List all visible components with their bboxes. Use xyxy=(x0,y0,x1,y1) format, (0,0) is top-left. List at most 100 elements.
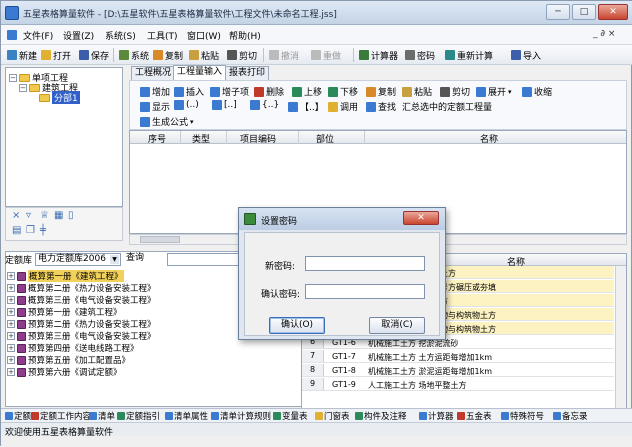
bottom-tab[interactable]: 特殊符号 xyxy=(501,410,544,422)
new-password-field[interactable] xyxy=(305,256,425,271)
expand-icon[interactable]: + xyxy=(7,368,15,376)
chevron-down-icon[interactable]: ▼ xyxy=(110,254,120,264)
col-code[interactable]: 项目编码 xyxy=(240,132,276,145)
move-down-button[interactable]: 下移 xyxy=(328,85,358,98)
book-item[interactable]: + 概算第二册《热力设备安装工程》 xyxy=(7,283,156,294)
table-row[interactable]: 8 GT1-8 机械施工土方 淤泥运距每增加1km xyxy=(302,364,614,377)
paste-button[interactable]: 粘贴 xyxy=(189,48,219,62)
collapse-icon[interactable]: − xyxy=(9,73,17,82)
password-button[interactable]: 密码 xyxy=(405,48,435,62)
table-row[interactable]: 7 GT1-7 机械施工土方 土方运距每增加1km xyxy=(302,350,614,363)
bottom-tab[interactable]: 清单计算规则 xyxy=(211,410,271,422)
close-button[interactable]: ✕ xyxy=(598,4,628,20)
delete-button[interactable]: 删除 xyxy=(254,85,284,98)
expand-button[interactable]: 展开 ▾ xyxy=(476,85,512,98)
add-subitem-button[interactable]: 增子项 xyxy=(210,85,249,98)
grid-icon[interactable]: ▦ xyxy=(54,210,63,221)
add-button[interactable]: 增加 xyxy=(140,85,170,98)
list-icon[interactable]: ▤ xyxy=(12,225,21,236)
menu-tools[interactable]: 工具(T) xyxy=(147,29,178,42)
bottom-tab[interactable]: 清单 xyxy=(89,410,115,422)
expand-icon[interactable]: + xyxy=(7,320,15,328)
ribbon-copy-button[interactable]: 复制 xyxy=(366,85,396,98)
book-item[interactable]: + 预算第二册《热力设备安装工程》 xyxy=(7,319,156,330)
book-item[interactable]: + 预算第一册《建筑工程》 xyxy=(7,307,122,318)
book-item[interactable]: + 预算第六册《调试定额》 xyxy=(7,367,122,378)
copy-button[interactable]: 复制 xyxy=(153,48,183,62)
bottom-tab[interactable]: 构件及注释 xyxy=(355,410,407,422)
expand-icon[interactable]: + xyxy=(7,308,15,316)
bottom-tab[interactable]: 定额指引 xyxy=(117,410,160,422)
chevron-down-icon[interactable]: ▾ xyxy=(190,118,194,126)
dialog-close-button[interactable]: ✕ xyxy=(403,211,439,225)
close-x-icon[interactable]: × xyxy=(12,210,20,221)
book-item[interactable]: + 预算第五册《加工配置品》 xyxy=(7,355,130,366)
maximize-button[interactable]: □ xyxy=(572,4,596,20)
cut-button[interactable]: 剪切 xyxy=(227,48,257,62)
menu-settings[interactable]: 设置(Z) xyxy=(63,29,94,42)
expand-icon[interactable]: + xyxy=(7,356,15,364)
generate-formula-button[interactable]: 生成公式 ▾ xyxy=(140,115,194,128)
tab-report-print[interactable]: 报表打印 xyxy=(225,66,270,80)
tab-overview[interactable]: 工程概况 xyxy=(131,66,176,80)
collapse-button[interactable]: 收缩 xyxy=(522,85,552,98)
paren-button[interactable]: (..) xyxy=(174,100,199,110)
recalculate-button[interactable]: 重新计算 xyxy=(445,48,493,62)
col-index[interactable]: 序号 xyxy=(148,132,166,145)
expand-icon[interactable]: + xyxy=(7,332,15,340)
bracket-button[interactable]: [..] xyxy=(212,100,237,110)
filter-icon[interactable]: ▿ xyxy=(26,210,31,221)
scrollbar-thumb[interactable] xyxy=(140,236,180,243)
book-item[interactable]: + 预算第三册《电气设备安装工程》 xyxy=(7,331,156,342)
menu-window[interactable]: 窗口(W) xyxy=(187,29,221,42)
expand-icon[interactable]: + xyxy=(7,284,15,292)
undo-button[interactable]: 撤消 xyxy=(269,48,299,62)
expand-icon[interactable]: + xyxy=(7,344,15,352)
book-item[interactable]: + 概算第三册《电气设备安装工程》 xyxy=(7,295,156,306)
table-row[interactable]: 9 GT1-9 人工施工土方 场地平整土方 xyxy=(302,378,614,391)
calculator-button[interactable]: 计算器 xyxy=(359,48,398,62)
menu-system[interactable]: 系统(S) xyxy=(105,29,136,42)
book-item[interactable]: + 概算第一册《建筑工程》 xyxy=(7,270,124,282)
col-name[interactable]: 名称 xyxy=(480,132,498,145)
bottom-tab[interactable]: 五金表 xyxy=(457,410,492,422)
system-button[interactable]: 系统 xyxy=(119,48,149,62)
ribbon-paste-button[interactable]: 粘贴 xyxy=(402,85,432,98)
insert-button[interactable]: 插入 xyxy=(174,85,204,98)
display-button[interactable]: 显示 xyxy=(140,100,170,113)
minimize-button[interactable]: ─ xyxy=(546,4,570,20)
bottom-tab[interactable]: 门窗表 xyxy=(315,410,350,422)
mdi-controls[interactable]: _ ∂ × xyxy=(593,29,615,39)
book-item[interactable]: + 预算第四册《送电线路工程》 xyxy=(7,343,139,354)
col-type[interactable]: 类型 xyxy=(192,132,210,145)
bottom-tab[interactable]: 计算器 xyxy=(419,410,454,422)
confirm-button[interactable]: 确认(O) xyxy=(269,317,325,334)
redo-button[interactable]: 重做 xyxy=(311,48,341,62)
expand-icon[interactable]: + xyxy=(7,296,15,304)
norm-table-scrollbar[interactable] xyxy=(615,266,626,408)
bottom-tab[interactable]: 变量表 xyxy=(273,410,308,422)
bottom-tab[interactable]: 定额 xyxy=(5,410,31,422)
col-location[interactable]: 部位 xyxy=(316,132,334,145)
bottom-tab[interactable]: 定额工作内容 xyxy=(31,410,91,422)
brace-button[interactable]: {..} xyxy=(250,100,279,110)
expand-icon[interactable]: + xyxy=(7,272,15,280)
lenticular-bracket-button[interactable]: 【..】 xyxy=(288,100,324,113)
collapse-icon[interactable]: − xyxy=(19,83,27,92)
tree-node-section[interactable]: 分部1 xyxy=(39,91,80,104)
split-icon[interactable]: ╪ xyxy=(40,225,46,236)
copy-small-icon[interactable]: ❐ xyxy=(26,225,35,236)
open-button[interactable]: 打开 xyxy=(41,48,71,62)
page-icon[interactable]: ▯ xyxy=(68,210,74,221)
save-button[interactable]: 保存 xyxy=(79,48,109,62)
confirm-password-field[interactable] xyxy=(305,284,425,299)
library-select[interactable]: 电力定额库2006 ▼ xyxy=(35,252,122,266)
new-button[interactable]: 新建 xyxy=(7,48,37,62)
cancel-button[interactable]: 取消(C) xyxy=(369,317,425,334)
menu-help[interactable]: 帮助(H) xyxy=(229,29,261,42)
import-button[interactable]: 导入 xyxy=(511,48,541,62)
move-up-button[interactable]: 上移 xyxy=(292,85,322,98)
summarize-button[interactable]: 汇总选中的定额工程量 xyxy=(402,100,492,113)
call-button[interactable]: 调用 xyxy=(328,100,358,113)
bottom-tab[interactable]: 备忘录 xyxy=(553,410,588,422)
